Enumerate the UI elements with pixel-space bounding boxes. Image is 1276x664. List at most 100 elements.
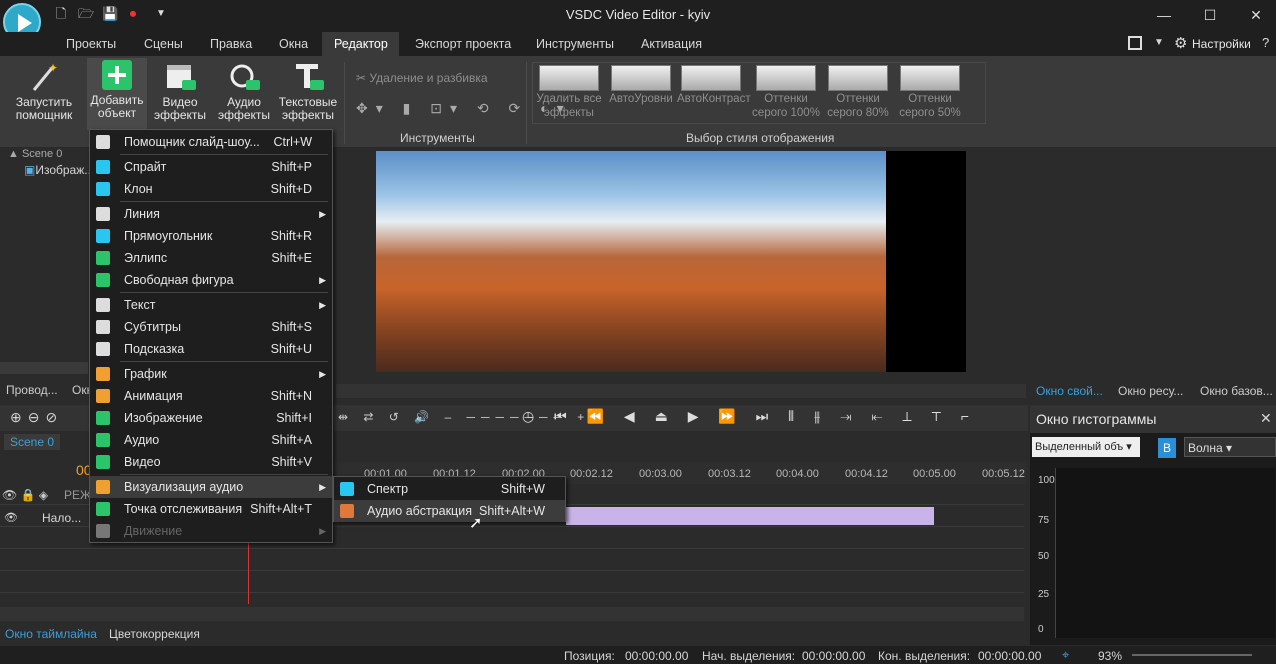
tab-edit[interactable]: Правка (198, 32, 264, 56)
rectangle-icon (96, 229, 110, 243)
tick-label: 00:04.12 (845, 468, 888, 480)
menu-item-label: Субтитры (124, 320, 181, 334)
tab-scenes[interactable]: Сцены (132, 32, 195, 56)
scrollbar[interactable] (0, 362, 88, 374)
selection-start-label: Нач. выделения: (702, 649, 796, 663)
tab-activation[interactable]: Активация (629, 32, 714, 56)
wizard-button[interactable]: ✦ Запустить помощник (6, 60, 82, 130)
help-icon[interactable]: ? (1262, 35, 1269, 50)
menu-item-label: Спрайт (124, 160, 167, 174)
timeline-scrollbar[interactable] (0, 607, 1024, 621)
tree-image[interactable]: ▣Изображ... (24, 163, 94, 177)
menu-item[interactable]: Точка отслеживания Shift+Alt+T (90, 498, 332, 520)
settings-button[interactable]: Настройки (1192, 37, 1251, 51)
y-label: 25 (1038, 589, 1050, 600)
grid-line (0, 592, 1024, 593)
eye-icon[interactable]: 👁 (4, 511, 18, 524)
ribbon-separator (344, 62, 345, 144)
menu-item[interactable]: Прямоугольник Shift+R (90, 225, 332, 247)
tree-scene[interactable]: ▲ Scene 0 (8, 148, 62, 160)
menu-item-shortcut: Shift+D (270, 182, 312, 196)
scene-tab[interactable]: Scene 0 (4, 434, 61, 450)
menu-item[interactable]: Свободная фигура ▶ (90, 269, 332, 291)
style-remove-all[interactable]: Удалить все эффекты (535, 64, 603, 120)
menu-item-shortcut: Ctrl+W (273, 135, 312, 149)
menu-item[interactable]: Спектр Shift+W (334, 478, 565, 500)
image-icon: ▣ (24, 163, 36, 177)
tab-editor[interactable]: Редактор (322, 32, 399, 56)
menu-item[interactable]: Анимация Shift+N (90, 385, 332, 407)
tab-basic[interactable]: Окно базов... (1200, 384, 1273, 398)
add-object-icon (102, 60, 132, 90)
y-label: 100 (1038, 475, 1055, 486)
menu-item[interactable]: Изображение Shift+I (90, 407, 332, 429)
menu-item[interactable]: Эллипс Shift+E (90, 247, 332, 269)
menu-item[interactable]: График ▶ (90, 363, 332, 385)
menu-separator (120, 154, 328, 155)
menu-item[interactable]: Видео Shift+V (90, 451, 332, 473)
menu-item[interactable]: Спрайт Shift+P (90, 156, 332, 178)
maximize-button[interactable]: ☐ (1190, 4, 1230, 26)
tab-tools[interactable]: Инструменты (524, 32, 626, 56)
text-effects-button[interactable]: Текстовые эффекты (276, 60, 340, 130)
project-explorer (0, 148, 88, 378)
mode-dropdown[interactable]: Волна ▾ (1184, 437, 1276, 457)
histogram-title: Окно гистограммы (1036, 411, 1157, 427)
text-effects-icon (296, 64, 324, 90)
selection-end-value: 00:00:00.00 (978, 649, 1042, 663)
preview-scrollbar[interactable] (336, 384, 1026, 398)
style-auto-contrast[interactable]: АвтоКонтраст (677, 64, 751, 120)
menu-item[interactable]: Клон Shift+D (90, 178, 332, 200)
zoom-slider[interactable] (1132, 654, 1252, 656)
menu-item[interactable]: Линия ▶ (90, 203, 332, 225)
tab-explorer[interactable]: Провод... (6, 383, 58, 397)
tab-resources[interactable]: Окно ресу... (1118, 384, 1183, 398)
video-effects-button[interactable]: Видео эффекты (150, 60, 210, 130)
layout-icon[interactable] (1128, 36, 1142, 50)
histogram-close-icon[interactable]: ✕ (1260, 410, 1272, 427)
style-auto-levels[interactable]: АвтоУровни (607, 64, 675, 120)
wand-icon (96, 135, 110, 149)
tab-projects[interactable]: Проекты (54, 32, 128, 56)
add-object-button[interactable]: Добавить объект (87, 58, 147, 130)
submenu-arrow-icon: ▶ (319, 482, 326, 492)
menu-separator (120, 361, 328, 362)
layout-dropdown-icon[interactable]: ▼ (1154, 37, 1164, 48)
zoom-fit-icon[interactable]: ⌖ (1062, 647, 1069, 663)
cut-split-button[interactable]: ✂ Удаление и разбивка (356, 71, 488, 85)
playback-controls[interactable]: ◷ ⏮ ⏪ ◀ ⏏ ▶ ⏩ ⏭ ⫴ ⫵ ⇥ ⇤ ⊥ ⊤ ⌐ (522, 408, 977, 425)
menu-item[interactable]: Текст ▶ (90, 294, 332, 316)
submenu-arrow-icon: ▶ (319, 300, 326, 310)
style-gray-100[interactable]: Оттенки серого 100% (752, 64, 820, 120)
menu-item[interactable]: Субтитры Shift+S (90, 316, 332, 338)
menu-item-label: Движение (124, 524, 183, 538)
audio-effects-button[interactable]: Аудио эффекты (214, 60, 274, 130)
tab-color-correction[interactable]: Цветокоррекция (109, 627, 200, 641)
menu-item[interactable]: Аудио абстракция Shift+Alt+W (334, 500, 565, 522)
menu-item[interactable]: Подсказка Shift+U (90, 338, 332, 360)
animation-icon (96, 389, 110, 403)
menu-item[interactable]: Визуализация аудио ▶ (90, 476, 332, 498)
menu-item[interactable]: Аудио Shift+A (90, 429, 332, 451)
tab-windows[interactable]: Окна (267, 32, 320, 56)
audio-visualization-submenu: Спектр Shift+W Аудио абстракция Shift+Alt+W (333, 476, 566, 522)
gear-icon[interactable]: ⚙ (1174, 34, 1187, 52)
close-button[interactable]: ✕ (1236, 4, 1276, 26)
menu-item-shortcut: Shift+P (271, 160, 312, 174)
style-gray-50[interactable]: Оттенки серого 50% (896, 64, 964, 120)
menu-item-shortcut: Shift+I (276, 411, 312, 425)
tab-timeline[interactable]: Окно таймлайна (5, 627, 97, 641)
tab-export[interactable]: Экспорт проекта (403, 32, 523, 56)
track-clip[interactable] (566, 507, 934, 525)
menu-item-shortcut: Shift+N (270, 389, 312, 403)
style-gray-80[interactable]: Оттенки серого 80% (824, 64, 892, 120)
tab-properties[interactable]: Окно свой... (1036, 384, 1103, 398)
track-header-icons[interactable]: 👁 🔒 ◈ (2, 488, 48, 502)
selector-dropdown[interactable]: Выделенный объ ▾ (1032, 437, 1140, 457)
menu-item[interactable]: Помощник слайд-шоу... Ctrl+W (90, 131, 332, 153)
tools-group-label: Инструменты (400, 131, 475, 145)
track-label[interactable]: Нало... (42, 511, 81, 525)
minimize-button[interactable]: — (1144, 4, 1184, 26)
channel-b-button[interactable]: B (1158, 438, 1176, 458)
timeline-tool-icons[interactable]: ⊕⊖⊘ (10, 409, 63, 426)
